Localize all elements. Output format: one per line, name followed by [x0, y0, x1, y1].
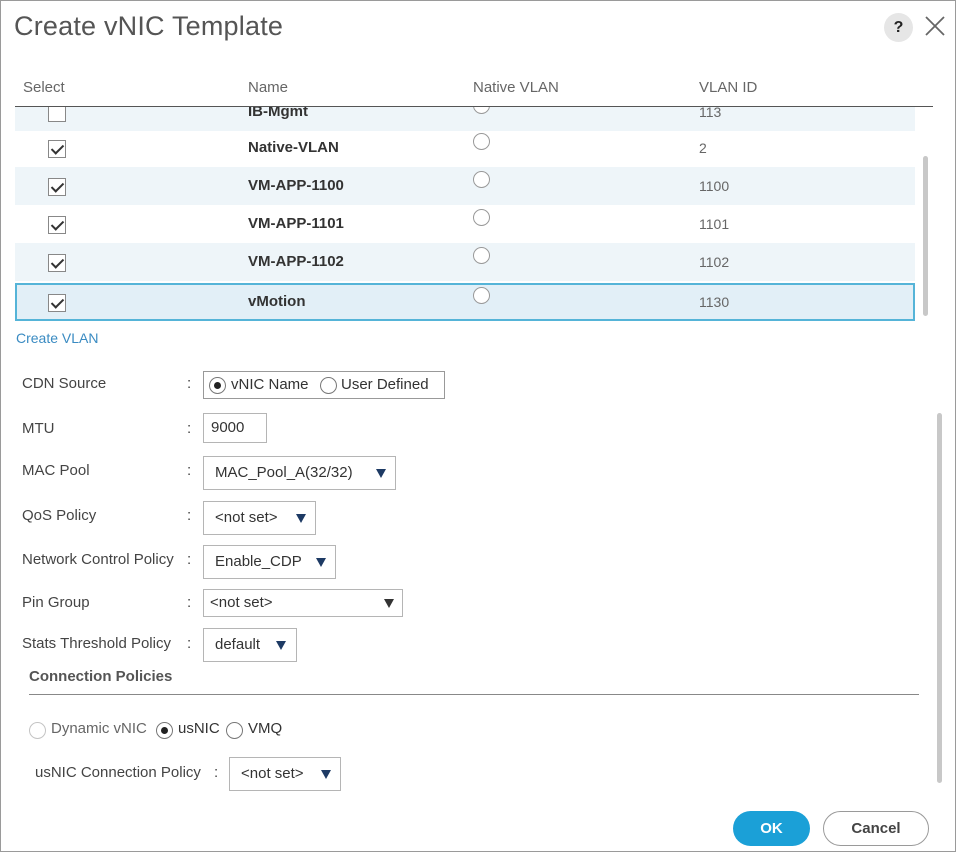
usnic-connection-policy-value: <not set>: [241, 765, 304, 782]
table-row[interactable]: VM-APP-1101 1101: [15, 205, 915, 243]
vlan-name: VM-APP-1100: [248, 177, 344, 194]
ok-button[interactable]: OK: [733, 811, 810, 846]
row-checkbox[interactable]: [48, 254, 66, 272]
vlan-name: vMotion: [248, 293, 306, 310]
usnic-connection-policy-select[interactable]: <not set>: [229, 757, 341, 791]
vlan-id: 1100: [699, 178, 730, 194]
stats-threshold-policy-colon: :: [187, 635, 192, 652]
row-checkbox[interactable]: [48, 216, 66, 234]
qos-policy-select[interactable]: <not set>: [203, 501, 316, 535]
dialog-title: Create vNIC Template: [14, 11, 284, 41]
vlan-table-body: IB-Mgmt 113 Native-VLAN 2 VM-APP-1100 11…: [15, 93, 917, 325]
table-row-selected[interactable]: vMotion 1130: [15, 283, 915, 321]
usnic-connection-policy-colon: :: [214, 764, 219, 781]
vlan-id: 1102: [699, 254, 730, 270]
column-header-select[interactable]: Select: [23, 79, 65, 96]
cdn-source-radio-group: vNIC Name User Defined: [203, 371, 445, 399]
vlan-id: 1101: [699, 216, 730, 232]
qos-policy-value: <not set>: [215, 509, 278, 526]
mac-pool-colon: :: [187, 462, 192, 479]
usnic-radio[interactable]: [156, 722, 173, 739]
vlan-name: VM-APP-1102: [248, 253, 344, 270]
column-header-vlan-id[interactable]: VLAN ID: [699, 79, 757, 96]
help-button[interactable]: ?: [884, 13, 913, 42]
dynamic-vnic-radio[interactable]: [29, 722, 46, 739]
row-checkbox[interactable]: [48, 294, 66, 312]
cancel-button[interactable]: Cancel: [823, 811, 929, 846]
table-row[interactable]: Native-VLAN 2: [15, 129, 915, 167]
native-vlan-radio[interactable]: [473, 209, 490, 226]
vlan-table-header: Select Name Native VLAN VLAN ID: [15, 75, 933, 107]
pin-group-value: <not set>: [210, 594, 273, 611]
vlan-name: Native-VLAN: [248, 139, 339, 156]
cdn-user-defined-radio[interactable]: [320, 377, 337, 394]
chevron-down-icon: [384, 599, 394, 608]
chevron-down-icon: [316, 558, 326, 567]
chevron-down-icon: [296, 514, 306, 523]
mtu-input[interactable]: 9000: [203, 413, 267, 443]
column-header-name[interactable]: Name: [248, 79, 288, 96]
native-vlan-radio[interactable]: [473, 287, 490, 304]
cdn-source-colon: :: [187, 375, 192, 392]
mtu-colon: :: [187, 420, 192, 437]
pin-group-label: Pin Group: [22, 594, 90, 611]
native-vlan-radio[interactable]: [473, 247, 490, 264]
native-vlan-radio[interactable]: [473, 133, 490, 150]
network-control-policy-value: Enable_CDP: [215, 553, 302, 570]
connection-policies-title: Connection Policies: [29, 668, 173, 685]
row-checkbox[interactable]: [48, 140, 66, 158]
section-divider: [29, 694, 919, 695]
close-icon[interactable]: [923, 14, 947, 38]
usnic-label: usNIC: [178, 720, 220, 737]
network-control-policy-colon: :: [187, 551, 192, 568]
vmq-label: VMQ: [248, 720, 283, 737]
dynamic-vnic-label: Dynamic vNIC: [51, 720, 147, 737]
chevron-down-icon: [376, 469, 386, 478]
vlan-name: VM-APP-1101: [248, 215, 344, 232]
pin-group-colon: :: [187, 594, 192, 611]
network-control-policy-select[interactable]: Enable_CDP: [203, 545, 336, 579]
vmq-radio[interactable]: [226, 722, 243, 739]
vlan-id: 1130: [699, 294, 730, 310]
form-scrollbar[interactable]: [937, 413, 942, 783]
vlan-id: 2: [699, 140, 707, 156]
cdn-source-label: CDN Source: [22, 375, 107, 392]
create-vlan-link[interactable]: Create VLAN: [16, 330, 98, 346]
stats-threshold-policy-select[interactable]: default: [203, 628, 297, 662]
table-row[interactable]: VM-APP-1100 1100: [15, 167, 915, 205]
vlan-table-scrollbar[interactable]: [923, 156, 928, 316]
table-row[interactable]: VM-APP-1102 1102: [15, 243, 915, 281]
cdn-vnic-name-label: vNIC Name: [231, 376, 309, 393]
network-control-policy-label: Network Control Policy: [22, 551, 174, 568]
row-checkbox[interactable]: [48, 178, 66, 196]
create-vnic-template-dialog: Create vNIC Template ? IB-Mgmt 113 Nativ…: [0, 0, 956, 852]
mac-pool-value: MAC_Pool_A(32/32): [215, 464, 353, 481]
stats-threshold-policy-value: default: [215, 636, 261, 653]
native-vlan-radio[interactable]: [473, 171, 490, 188]
cdn-vnic-name-radio[interactable]: [209, 377, 226, 394]
mtu-label: MTU: [22, 420, 55, 437]
usnic-connection-policy-label: usNIC Connection Policy: [35, 764, 201, 781]
mac-pool-label: MAC Pool: [22, 462, 90, 479]
pin-group-select[interactable]: <not set>: [203, 589, 403, 617]
qos-policy-label: QoS Policy: [22, 507, 97, 524]
mac-pool-select[interactable]: MAC_Pool_A(32/32): [203, 456, 396, 490]
cdn-user-defined-label: User Defined: [341, 376, 429, 393]
chevron-down-icon: [276, 641, 286, 650]
chevron-down-icon: [321, 770, 331, 779]
qos-policy-colon: :: [187, 507, 192, 524]
stats-threshold-policy-label: Stats Threshold Policy: [22, 635, 171, 652]
column-header-native-vlan[interactable]: Native VLAN: [473, 79, 559, 96]
